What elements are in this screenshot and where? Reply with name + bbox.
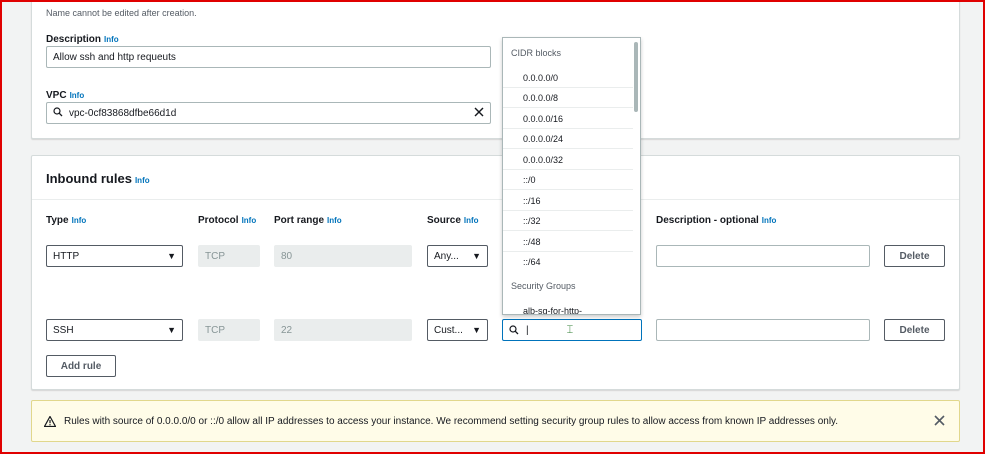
description-info-link[interactable]: Info	[104, 35, 119, 44]
caret-down-icon: ▼	[472, 325, 481, 335]
dropdown-item[interactable]: alb-sg-for-http-	[503, 301, 633, 314]
dropdown-item[interactable]: ::/16	[503, 191, 633, 211]
type-info-link[interactable]: Info	[72, 216, 87, 225]
rule-2-source-search-input[interactable]: | ⌶	[502, 319, 642, 341]
search-icon	[509, 325, 519, 335]
add-rule-button[interactable]: Add rule	[46, 355, 116, 377]
search-icon	[53, 106, 63, 120]
protocol-info-link[interactable]: Info	[242, 216, 257, 225]
caret-down-icon: ▼	[472, 251, 481, 261]
dropdown-item[interactable]: 0.0.0.0/8	[503, 88, 633, 108]
dropdown-item[interactable]: ::/64	[503, 252, 633, 272]
rule-1-description-input[interactable]	[656, 245, 870, 267]
section-divider	[32, 199, 959, 200]
warning-alert: Rules with source of 0.0.0.0/0 or ::/0 a…	[31, 400, 960, 442]
warning-text: Rules with source of 0.0.0.0/0 or ::/0 a…	[64, 415, 839, 427]
dropdown-item[interactable]: 0.0.0.0/32	[503, 150, 633, 170]
rule-2-delete-button[interactable]: Delete	[884, 319, 945, 341]
dropdown-item[interactable]: 0.0.0.0/24	[503, 129, 633, 149]
vpc-label: VPC Info	[46, 90, 85, 101]
col-protocol: Protocol Info	[198, 215, 257, 226]
col-port-range: Port range Info	[274, 215, 342, 226]
source-info-link[interactable]: Info	[464, 216, 479, 225]
inbound-rules-info-link[interactable]: Info	[135, 176, 150, 185]
rule-2-protocol: TCP	[198, 319, 260, 341]
search-cursor: |	[526, 324, 529, 336]
rule-2-port-range: 22	[274, 319, 412, 341]
dropdown-item[interactable]: ::/48	[503, 232, 633, 252]
description-input[interactable]: Allow ssh and http requeuts	[46, 46, 491, 68]
description-col-info-link[interactable]: Info	[762, 216, 777, 225]
port-range-info-link[interactable]: Info	[327, 216, 342, 225]
close-icon[interactable]	[934, 415, 945, 426]
details-card: Name cannot be edited after creation. De…	[31, 0, 960, 139]
col-type: Type Info	[46, 215, 87, 226]
dropdown-item[interactable]: 0.0.0.0/0	[503, 68, 633, 88]
dropdown-item[interactable]: 0.0.0.0/16	[503, 109, 633, 129]
dropdown-scrollbar[interactable]	[634, 42, 638, 112]
rule-1-protocol: TCP	[198, 245, 260, 267]
col-source: Source Info	[427, 215, 479, 226]
warning-icon	[44, 415, 56, 427]
rule-1-port-range: 80	[274, 245, 412, 267]
text-cursor-icon: ⌶	[566, 323, 574, 336]
dropdown-item[interactable]: ::/32	[503, 211, 633, 231]
col-description: Description - optional Info	[656, 215, 777, 226]
source-dropdown-menu: CIDR blocks 0.0.0.0/0 0.0.0.0/8 0.0.0.0/…	[502, 37, 641, 315]
dropdown-item[interactable]: ::/0	[503, 170, 633, 190]
caret-down-icon: ▼	[167, 325, 176, 335]
dropdown-group-security-groups: Security Groups	[511, 281, 576, 291]
rule-2-description-input[interactable]	[656, 319, 870, 341]
clear-icon[interactable]	[474, 107, 484, 120]
rule-1-source-select[interactable]: Any... ▼	[427, 245, 488, 267]
inbound-rules-card: Inbound rules Info Type Info Protocol Info …	[31, 155, 960, 390]
rule-1-type-select[interactable]: HTTP ▼	[46, 245, 183, 267]
description-label: Description Info	[46, 34, 119, 45]
vpc-select[interactable]: vpc-0cf83868dfbe66d1d	[46, 102, 491, 124]
dropdown-group-cidr: CIDR blocks	[511, 48, 562, 58]
rule-2-type-select[interactable]: SSH ▼	[46, 319, 183, 341]
name-hint: Name cannot be edited after creation.	[46, 8, 197, 18]
vpc-info-link[interactable]: Info	[70, 91, 85, 100]
rule-1-delete-button[interactable]: Delete	[884, 245, 945, 267]
inbound-rules-title: Inbound rules Info	[46, 171, 150, 186]
caret-down-icon: ▼	[167, 251, 176, 261]
vpc-value: vpc-0cf83868dfbe66d1d	[69, 107, 177, 119]
rule-2-source-select[interactable]: Cust... ▼	[427, 319, 488, 341]
